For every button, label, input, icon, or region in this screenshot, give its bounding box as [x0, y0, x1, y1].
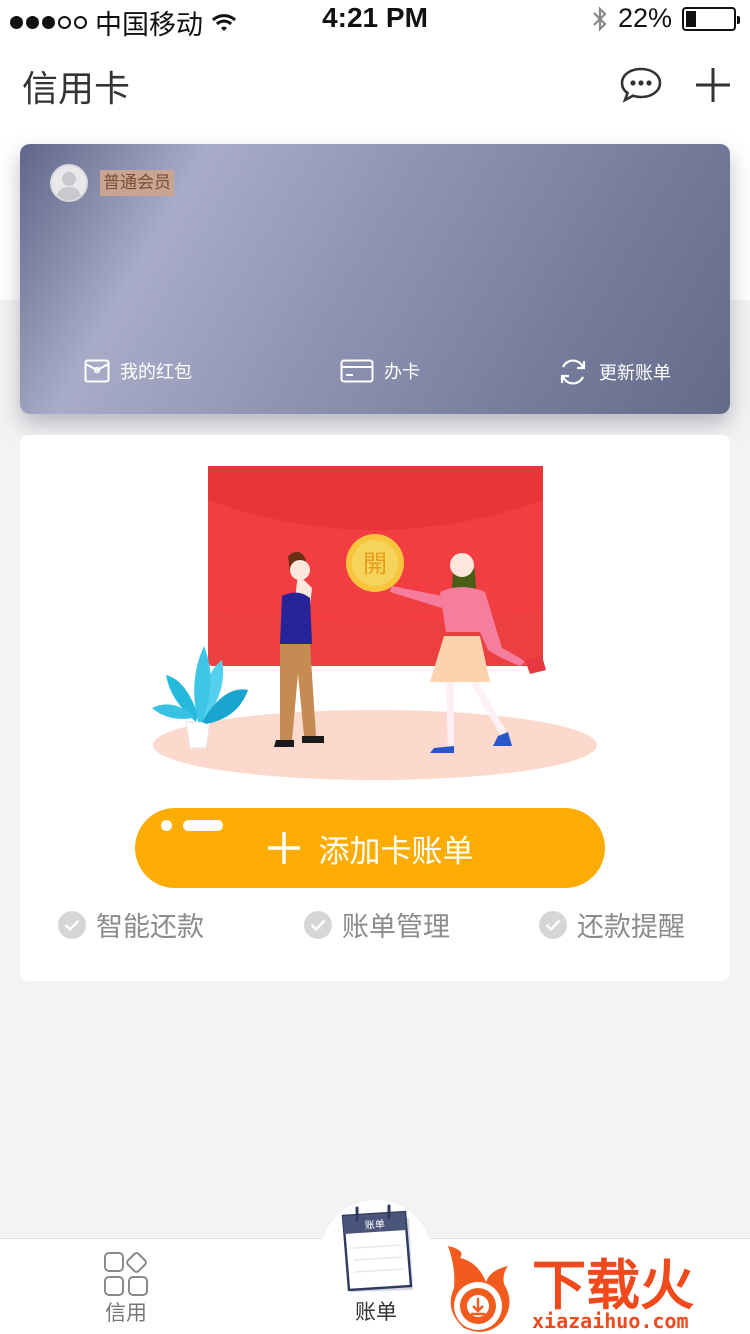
member-level-badge[interactable]: 普通会员	[100, 170, 174, 196]
feature-smart-repayment: 智能还款	[58, 905, 204, 944]
watermark-url: xiazaihuo.com	[532, 1309, 689, 1333]
add-bill-panel: 開 添加卡账单 智能还款 账单管理 还款提醒	[20, 435, 730, 981]
tab-credit-label: 信用	[105, 1301, 147, 1325]
calendar-badge: 账单	[365, 1218, 386, 1231]
refresh-bill-label: 更新账单	[599, 363, 671, 384]
feature-label: 还款提醒	[577, 912, 685, 943]
plus-icon	[267, 832, 300, 864]
apply-card-button[interactable]: 办卡	[340, 358, 420, 384]
check-icon	[304, 910, 332, 939]
battery-icon	[682, 6, 740, 31]
apply-card-label: 办卡	[384, 362, 420, 383]
navigation-bar: 信用卡	[0, 40, 750, 130]
feature-label: 账单管理	[342, 912, 450, 943]
refresh-bill-button[interactable]: 更新账单	[557, 358, 671, 386]
xiazaihuo-watermark-logo: 下载火 xiazaihuo.com	[448, 1246, 694, 1333]
feature-list: 智能还款 账单管理 还款提醒	[20, 905, 730, 949]
battery-percent: 22%	[617, 3, 672, 33]
feature-label: 智能还款	[96, 912, 204, 943]
tab-bill-label: 账单	[355, 1300, 397, 1324]
status-right-group: 22%	[592, 3, 740, 34]
red-packet-icon	[84, 359, 110, 383]
message-button[interactable]	[616, 60, 666, 110]
check-icon	[539, 910, 567, 939]
page-title: 信用卡	[22, 69, 131, 110]
add-card-bill-button[interactable]: 添加卡账单	[135, 808, 605, 888]
status-bar: 中国移动 4:21 PM 22%	[0, 0, 750, 40]
credit-card-icon	[340, 359, 374, 383]
plus-icon	[696, 68, 730, 102]
coin-character: 開	[363, 550, 387, 578]
avatar[interactable]	[50, 164, 88, 202]
calendar-icon: 账单	[341, 1204, 413, 1292]
grid-icon	[104, 1252, 148, 1296]
card-actions: 我的红包 办卡 更新账单	[20, 358, 730, 388]
feature-bill-management: 账单管理	[304, 905, 450, 944]
red-packet-label: 我的红包	[120, 362, 192, 383]
refresh-icon	[560, 359, 586, 385]
add-button[interactable]	[688, 60, 738, 110]
member-card: 普通会员 我的红包 办卡 更新账单	[20, 144, 730, 414]
red-envelope-illustration: 開	[152, 466, 597, 780]
button-highlight-dot	[161, 820, 172, 831]
button-highlight-bar	[183, 820, 223, 831]
watermark-brand: 下载火	[532, 1254, 694, 1317]
add-card-bill-label: 添加卡账单	[318, 833, 474, 870]
feature-repayment-reminder: 还款提醒	[539, 905, 685, 944]
check-icon	[58, 910, 86, 939]
tab-credit[interactable]: 信用	[26, 1239, 226, 1334]
battery-fill	[686, 10, 696, 27]
red-packet-button[interactable]: 我的红包	[84, 358, 192, 384]
default-avatar-icon	[56, 172, 82, 200]
bluetooth-icon	[593, 5, 607, 32]
chat-bubble-icon	[620, 67, 662, 103]
